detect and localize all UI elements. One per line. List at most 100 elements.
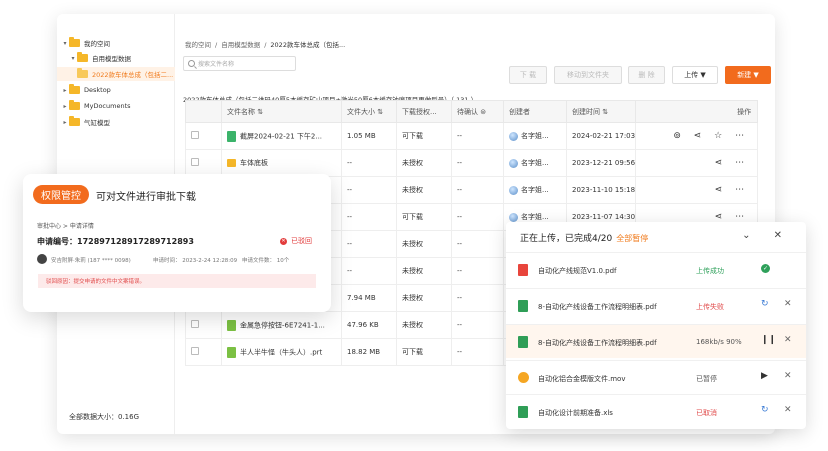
breadcrumb-item: 2022款车体总成（包括... xyxy=(270,41,346,49)
avatar xyxy=(509,131,518,141)
header-size[interactable]: 文件大小 ⇅ xyxy=(341,100,397,123)
header-time[interactable]: 创建时间 ⇅ xyxy=(565,100,637,123)
new-button[interactable]: 新建 ▼ xyxy=(725,66,771,84)
row-checkbox[interactable] xyxy=(191,131,199,139)
application-time: 申请时间： 2023-2-24 12:28:09 xyxy=(153,258,238,264)
file-name-cell[interactable]: 金属急停按钮-6E7241-1... xyxy=(221,311,342,339)
upload-file-name: 自动化设计前期准备.xls xyxy=(538,409,613,417)
pending: -- xyxy=(451,338,504,366)
table-row[interactable]: 截屏2024-02-21 下午2... 1.05 MB 可下载 -- 名字姐..… xyxy=(185,122,759,150)
application-number: 申请编号：172897128917289712893 xyxy=(37,237,194,246)
file-size: 47.96 KB xyxy=(341,311,397,339)
upload-file-name: 8-自动化产线设备工作流程明细表.pdf xyxy=(538,303,657,311)
upload-file-name: 自动化铝合金模版文件.mov xyxy=(538,375,626,383)
sidebar-item-label: Desktop xyxy=(84,86,111,94)
breadcrumb: 我的空间 / 自用模型数据/2022款车体总成（包括... xyxy=(185,39,349,49)
pending: -- xyxy=(451,122,504,150)
sidebar-item-model-data[interactable]: ▾ 自用模型数据 xyxy=(69,51,131,65)
file-name-cell[interactable]: 车体底板 xyxy=(221,149,342,177)
download-auth: 未授权 xyxy=(396,230,452,258)
sidebar-item-label: 气缸模型 xyxy=(84,119,110,127)
row-checkbox-cell xyxy=(185,338,222,366)
close-icon[interactable]: ✕ xyxy=(784,405,792,415)
sidebar-item-label: 自用模型数据 xyxy=(92,55,131,63)
video-file-icon xyxy=(518,372,529,383)
search-placeholder: 搜索文件名称 xyxy=(198,61,235,68)
upload-panel: 正在上传，已完成4/20 全部暂停 ⌄ ✕ 自动化产线规范V1.0.pdf 上传成… xyxy=(506,222,806,429)
row-action-icons[interactable]: ⋖ ⋯ xyxy=(715,185,749,195)
sidebar-item-mydocuments[interactable]: ▸ MyDocuments xyxy=(61,99,131,113)
caret-down-icon[interactable]: ▾ xyxy=(61,40,69,47)
file-name: 截屏2024-02-21 下午2... xyxy=(240,132,323,140)
approval-breadcrumb[interactable]: 审批中心 > 申请详情 xyxy=(37,221,94,230)
close-icon[interactable]: ✕ xyxy=(784,299,792,309)
download-auth: 可下载 xyxy=(396,122,452,150)
status-text: 已驳回 xyxy=(291,237,312,245)
file-size: -- xyxy=(341,203,397,231)
row-actions[interactable]: ⋖ ⋯ xyxy=(635,149,759,177)
caret-down-icon[interactable]: ▾ xyxy=(69,55,77,62)
breadcrumb-item[interactable]: 我的空间 xyxy=(185,41,211,49)
header-name[interactable]: 文件名称 ⇅ xyxy=(221,100,342,123)
header-auth[interactable]: 下载授权... xyxy=(396,100,452,123)
upload-status: 上传失败 xyxy=(696,303,724,311)
file-name-cell[interactable]: 半人半牛怪（牛头人）.prt xyxy=(221,338,342,366)
collapse-close-icons[interactable]: ⌄ ✕ xyxy=(742,230,792,241)
caret-right-icon[interactable]: ▸ xyxy=(61,119,69,126)
row-actions[interactable]: ⊚ ⋖ ☆ ⋯ xyxy=(635,122,759,150)
creator-name: 名字姐... xyxy=(521,186,549,194)
move-to-folder-button[interactable]: 移动到文件夹 xyxy=(554,66,622,84)
file-name: 车体底板 xyxy=(240,159,268,167)
upload-header: 正在上传，已完成4/20 全部暂停 xyxy=(520,231,648,244)
folder-icon xyxy=(69,116,80,126)
download-auth: 未授权 xyxy=(396,311,452,339)
table-row[interactable]: 车体底板 -- 未授权 -- 名字姐... 2023-12-21 09:56 ⋖… xyxy=(185,149,759,177)
play-icon[interactable]: ▶ xyxy=(761,371,768,381)
table-header: 文件名称 ⇅ 文件大小 ⇅ 下载授权... 待确认 ⊜ 创建者 创建时间 ⇅ 操… xyxy=(185,100,759,123)
upload-button[interactable]: 上传 ▼ xyxy=(672,66,718,84)
storage-size: 全部数据大小：0.16G xyxy=(69,413,140,421)
sidebar-item-desktop[interactable]: ▸ Desktop xyxy=(61,83,111,97)
header-creator: 创建者 xyxy=(503,100,567,123)
caret-right-icon[interactable]: ▸ xyxy=(61,87,69,94)
upload-item: 自动化设计前期准备.xls 已取消 ↻ ✕ xyxy=(506,394,806,428)
row-actions[interactable]: ⋖ ⋯ xyxy=(635,176,759,204)
sidebar-item-label: 2022款车体总成（包括二... xyxy=(92,71,174,79)
close-icon[interactable]: ✕ xyxy=(784,335,792,345)
excel-file-icon xyxy=(518,336,528,348)
delete-button[interactable]: 删 除 xyxy=(628,66,665,84)
file-size: -- xyxy=(341,149,397,177)
pause-icon[interactable]: ❙❙ xyxy=(761,335,776,345)
row-action-icons[interactable]: ⊚ ⋖ ☆ ⋯ xyxy=(673,131,749,141)
download-auth: 未授权 xyxy=(396,257,452,285)
sidebar-item-my-space[interactable]: ▾ 我的空间 xyxy=(61,36,110,50)
pdf-file-icon xyxy=(518,264,528,276)
pause-all-button[interactable]: 全部暂停 xyxy=(616,234,648,243)
search-icon xyxy=(188,60,195,67)
search-input[interactable]: 搜索文件名称 xyxy=(183,56,296,71)
row-action-icons[interactable]: ⋖ ⋯ xyxy=(715,212,749,222)
creator-name: 名字姐... xyxy=(521,132,549,140)
download-button[interactable]: 下 载 xyxy=(509,66,547,84)
upload-item: 8-自动化产线设备工作流程明细表.pdf 168kb/s 90% ❙❙ ✕ xyxy=(506,324,806,358)
file-name-cell[interactable]: 截屏2024-02-21 下午2... xyxy=(221,122,342,150)
row-checkbox[interactable] xyxy=(191,347,199,355)
row-checkbox[interactable] xyxy=(191,158,199,166)
folder-icon xyxy=(69,37,80,47)
retry-icon[interactable]: ↻ xyxy=(761,405,769,415)
header-checkbox-col xyxy=(185,100,222,123)
sidebar-item-cylinder[interactable]: ▸ 气缸模型 xyxy=(61,115,110,129)
creator-cell: 名字姐... xyxy=(503,149,567,177)
pending: -- xyxy=(451,284,504,312)
row-checkbox[interactable] xyxy=(191,320,199,328)
row-action-icons[interactable]: ⋖ ⋯ xyxy=(715,158,749,168)
retry-icon[interactable]: ↻ xyxy=(761,299,769,309)
close-icon[interactable]: ✕ xyxy=(784,371,792,381)
breadcrumb-item[interactable]: 自用模型数据 xyxy=(221,41,260,49)
reject-icon: ✕ xyxy=(280,237,287,245)
caret-right-icon[interactable]: ▸ xyxy=(61,103,69,110)
sidebar-item-car-body[interactable]: 2022款车体总成（包括二... xyxy=(57,67,175,81)
header-pending[interactable]: 待确认 ⊜ xyxy=(451,100,504,123)
excel-file-icon xyxy=(518,300,528,312)
folder-icon xyxy=(77,68,88,78)
